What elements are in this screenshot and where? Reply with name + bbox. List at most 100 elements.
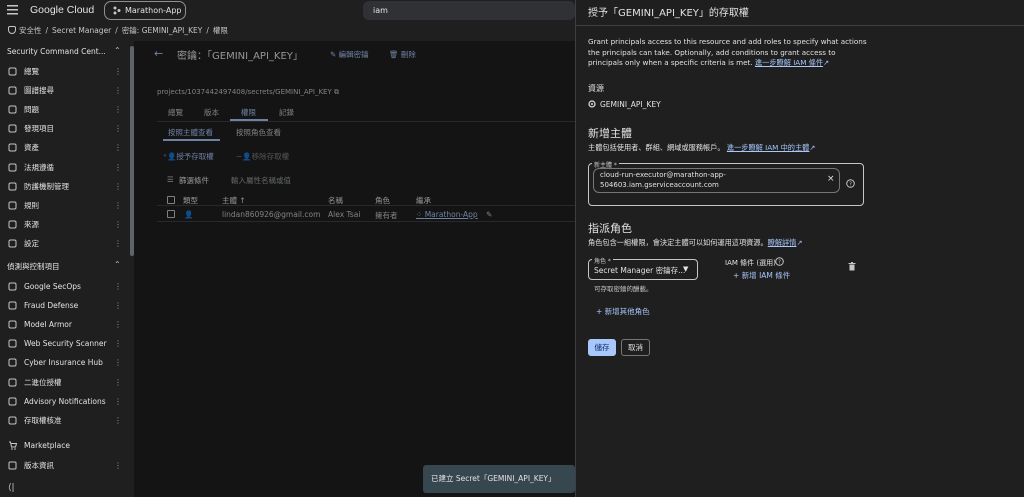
collapse-sidebar-icon[interactable]: ⟨|	[8, 483, 15, 493]
more-vert-icon[interactable]: ⋮	[114, 215, 122, 234]
secret-icon	[588, 100, 596, 108]
new-principals-heading: 新增主體	[588, 127, 632, 140]
breadcrumb-separator: /	[206, 26, 209, 35]
armor-icon	[8, 320, 17, 329]
sidebar-item[interactable]: 法規遵循 ⋮	[0, 158, 128, 177]
menu-icon[interactable]	[7, 5, 18, 15]
sidebar-section-title[interactable]: Security Command Cent...	[7, 47, 106, 56]
shield-icon	[8, 301, 17, 310]
resource-value: GEMINI_API_KEY	[600, 100, 661, 109]
sidebar-item[interactable]: Cyber Insurance Hub ⋮	[0, 353, 128, 372]
dropdown-caret-icon: ▼	[683, 265, 689, 273]
sidebar-item[interactable]: 問題 ⋮	[0, 100, 128, 119]
sidebar-item[interactable]: 二進位授權 ⋮	[0, 373, 128, 392]
project-icon	[113, 6, 121, 15]
project-picker[interactable]: Marathon-App	[104, 1, 186, 20]
issue-icon	[8, 105, 17, 114]
more-vert-icon[interactable]: ⋮	[114, 81, 122, 100]
learn-principals-link[interactable]: 進一步瞭解 IAM 中的主體	[727, 143, 810, 152]
sidebar-item[interactable]: 總覽 ⋮	[0, 62, 128, 81]
project-name: Marathon-App	[125, 6, 182, 15]
more-vert-icon[interactable]: ⋮	[114, 353, 122, 372]
scrim	[134, 41, 575, 497]
search-input[interactable]: iam	[363, 1, 575, 20]
chevron-up-icon[interactable]: ⌃	[114, 46, 121, 55]
bell-icon	[8, 397, 17, 406]
more-vert-icon[interactable]: ⋮	[114, 177, 122, 196]
breadcrumb-item[interactable]: Secret Manager	[52, 26, 111, 35]
top-bar: Google Cloud Marathon-App iam	[0, 0, 575, 21]
sidebar-item-label: 問題	[24, 105, 39, 115]
sidebar-item[interactable]: Fraud Defense ⋮	[0, 296, 128, 315]
cart-icon	[8, 441, 17, 450]
chevron-up-icon[interactable]: ⌃	[114, 260, 121, 269]
sidebar-item[interactable]: 資產 ⋮	[0, 138, 128, 157]
sidebar-item-label: 規則	[24, 200, 39, 210]
help-icon[interactable]: ?	[846, 179, 855, 188]
svg-text:?: ?	[778, 260, 781, 266]
sidebar-item[interactable]: Web Security Scanner ⋮	[0, 334, 128, 353]
more-vert-icon[interactable]: ⋮	[114, 456, 122, 475]
save-button[interactable]: 儲存	[588, 339, 616, 356]
more-vert-icon[interactable]: ⋮	[114, 373, 122, 392]
more-vert-icon[interactable]: ⋮	[114, 315, 122, 334]
sidebar-item[interactable]: 防護機制管理 ⋮	[0, 177, 128, 196]
learn-more-link[interactable]: 瞭解詳情	[768, 238, 797, 247]
more-vert-icon[interactable]: ⋮	[114, 158, 122, 177]
more-vert-icon[interactable]: ⋮	[114, 234, 122, 253]
close-icon[interactable]: ×	[827, 174, 835, 184]
google-cloud-logo[interactable]: Google Cloud	[30, 4, 94, 16]
learn-conditions-link[interactable]: 進一步瞭解 IAM 條件	[755, 58, 823, 67]
more-vert-icon[interactable]: ⋮	[114, 411, 122, 430]
cancel-button[interactable]: 取消	[621, 339, 650, 356]
sidebar-item[interactable]: 發現項目 ⋮	[0, 119, 128, 138]
approval-icon	[8, 416, 17, 425]
sidebar-item[interactable]: 來源 ⋮	[0, 215, 128, 234]
sidebar-item-label: 資產	[24, 143, 39, 153]
breadcrumb-separator: /	[45, 26, 49, 35]
more-vert-icon[interactable]: ⋮	[114, 100, 122, 119]
sidebar-item[interactable]: Google SecOps ⋮	[0, 277, 128, 296]
trash-icon[interactable]	[848, 262, 856, 271]
help-icon[interactable]: ?	[775, 257, 784, 266]
guard-icon	[8, 182, 17, 191]
secops-icon	[8, 282, 17, 291]
add-iam-condition-button[interactable]: + 新增 IAM 條件	[733, 270, 790, 281]
add-condition-label: 新增 IAM 條件	[741, 271, 791, 280]
more-vert-icon[interactable]: ⋮	[114, 119, 122, 138]
sidebar-item-label: 版本資訊	[24, 461, 54, 470]
external-link-icon: ↗	[809, 143, 816, 152]
sidebar-section-title[interactable]: 偵測與控制項目	[7, 261, 60, 272]
more-vert-icon[interactable]: ⋮	[114, 334, 122, 353]
assign-roles-description: 角色包含一組權限，會決定主體可以如何運用這項資源。瞭解詳情↗	[588, 238, 803, 248]
breadcrumb-item[interactable]: 密鑰: GEMINI_API_KEY	[122, 26, 203, 35]
sidebar-item-release-notes[interactable]: 版本資訊 ⋮	[0, 456, 128, 475]
more-vert-icon[interactable]: ⋮	[114, 196, 122, 215]
breadcrumb: 安全性 / Secret Manager / 密鑰: GEMINI_API_KEY / 權限	[0, 21, 575, 41]
more-vert-icon[interactable]: ⋮	[114, 62, 122, 81]
sidebar-item[interactable]: 存取權核准 ⋮	[0, 411, 128, 430]
sidebar-item-label: 總覽	[24, 67, 39, 76]
sidebar-item[interactable]: Model Armor ⋮	[0, 315, 128, 334]
sidebar-item-label: 圖譜搜尋	[24, 86, 54, 96]
sidebar-item[interactable]: Advisory Notifications ⋮	[0, 392, 128, 411]
more-vert-icon[interactable]: ⋮	[114, 138, 122, 157]
scanner-icon	[8, 339, 17, 348]
more-vert-icon[interactable]: ⋮	[114, 277, 122, 296]
sidebar-item[interactable]: 設定 ⋮	[0, 234, 128, 253]
grant-access-panel	[575, 0, 1024, 497]
snackbar: 已建立 Secret「GEMINI_API_KEY」	[423, 465, 575, 493]
role-value: Secret Manager 密鑰存...	[594, 266, 686, 275]
breadcrumb-item[interactable]: 安全性	[19, 26, 42, 35]
assets-icon	[8, 143, 17, 152]
sidebar-item[interactable]: 圖譜搜尋 ⋮	[0, 81, 128, 100]
sidebar-item-marketplace[interactable]: Marketplace	[0, 436, 128, 455]
assign-roles-heading: 指派角色	[588, 222, 632, 235]
sources-icon	[8, 220, 17, 229]
more-vert-icon[interactable]: ⋮	[114, 392, 122, 411]
role-label: 角色 *	[592, 256, 613, 265]
more-vert-icon[interactable]: ⋮	[114, 296, 122, 315]
role-hint: 可存取密鑰的酬載。	[594, 285, 653, 293]
sidebar-item[interactable]: 規則 ⋮	[0, 196, 128, 215]
add-another-role-button[interactable]: + 新增其他角色	[596, 306, 650, 317]
